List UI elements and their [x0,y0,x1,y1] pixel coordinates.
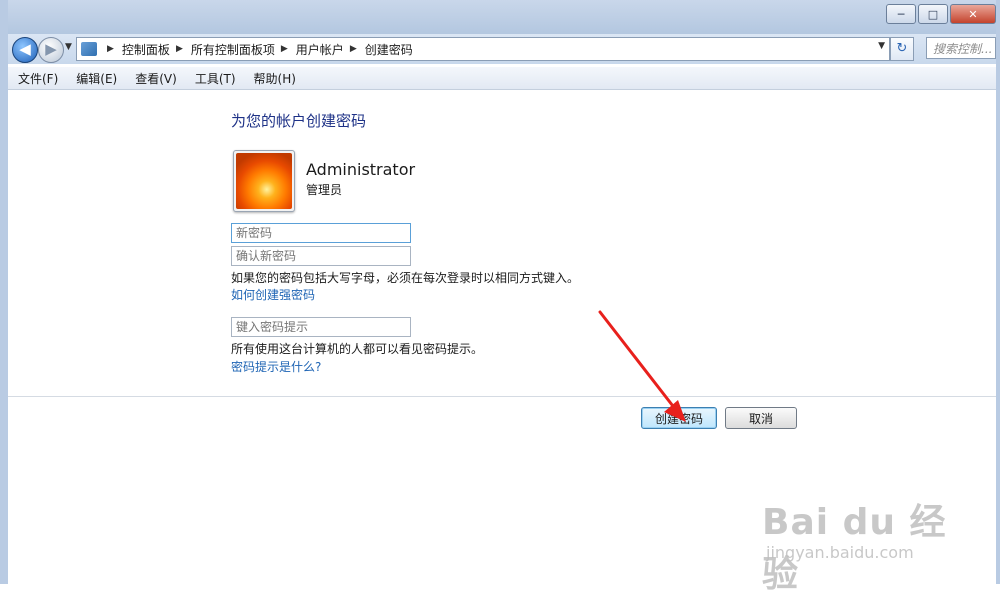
minimize-button[interactable]: ─ [886,4,916,24]
close-button[interactable]: ✕ [950,4,996,24]
breadcrumb-item-user-accounts[interactable]: 用户帐户 ▶ [296,41,365,58]
case-sensitivity-note: 如果您的密码包括大写字母，必须在每次登录时以相同方式键入。 [231,271,580,285]
password-hint-input[interactable] [231,317,411,337]
watermark-url: jingyan.baidu.com [766,543,914,562]
arrow-left-icon: ◀ [19,40,31,58]
flower-picture-icon [236,153,292,209]
user-role: 管理员 [306,183,343,197]
menu-tools[interactable]: 工具(T) [185,70,244,87]
search-input[interactable]: 搜索控制... [926,37,996,59]
recent-pages-dropdown[interactable]: ▼ [65,42,72,52]
chevron-down-icon: ▼ [878,41,885,51]
menu-help[interactable]: 帮助(H) [244,70,304,87]
window-frame-right [996,0,1000,584]
password-hint-help-link[interactable]: 密码提示是什么? [231,358,321,375]
user-name: Administrator [306,160,416,179]
address-bar: ◀ ▶ ▼ ▶ 控制面板 ▶ 所有控制面板项 ▶ 用户帐户 ▶ 创建密码 ▼ ↻ 搜索… [8,34,996,64]
breadcrumb-label: 所有控制面板项 [190,42,275,57]
chevron-right-icon: ▶ [280,44,288,54]
refresh-icon: ↻ [896,41,908,56]
avatar [233,150,295,212]
window-titlebar [0,0,1000,34]
address-dropdown[interactable]: ▼ [878,41,885,51]
forward-button[interactable]: ▶ [38,37,64,63]
maximize-button[interactable]: □ [918,4,948,24]
arrow-right-icon: ▶ [45,40,57,58]
control-panel-icon [81,42,97,56]
menu-bar: 文件(F) 编辑(E) 查看(V) 工具(T) 帮助(H) [8,67,996,90]
breadcrumb-item-control-panel[interactable]: 控制面板 ▶ [122,41,191,58]
hint-visibility-note: 所有使用这台计算机的人都可以看见密码提示。 [231,342,484,356]
confirm-password-input[interactable] [231,246,411,266]
baidu-watermark: Bai du 经验 jingyan.baidu.com [762,493,962,595]
create-password-button[interactable]: 创建密码 [641,407,717,429]
breadcrumb-label: 创建密码 [364,42,413,57]
menu-edit[interactable]: 编辑(E) [66,70,125,87]
breadcrumb[interactable]: ▶ 控制面板 ▶ 所有控制面板项 ▶ 用户帐户 ▶ 创建密码 ▼ [76,37,890,61]
menu-file[interactable]: 文件(F) [8,70,66,87]
cancel-button[interactable]: 取消 [725,407,797,429]
refresh-button[interactable]: ↻ [890,37,914,61]
back-button[interactable]: ◀ [12,37,38,63]
chevron-down-icon: ▼ [65,42,72,52]
breadcrumb-separator-root[interactable]: ▶ [101,44,122,54]
chevron-right-icon: ▶ [349,44,357,54]
divider [8,396,996,397]
strong-password-link[interactable]: 如何创建强密码 [231,286,315,303]
menu-view[interactable]: 查看(V) [125,70,185,87]
chevron-right-icon: ▶ [175,44,183,54]
window-controls: ─ □ ✕ [884,4,996,24]
breadcrumb-item-all-items[interactable]: 所有控制面板项 ▶ [191,41,296,58]
page-title: 为您的帐户创建密码 [231,112,367,130]
new-password-input[interactable] [231,223,411,243]
breadcrumb-label: 控制面板 [121,42,170,57]
breadcrumb-label: 用户帐户 [295,42,344,57]
breadcrumb-item-create-password[interactable]: 创建密码 [365,41,413,58]
window-frame-left [0,0,8,584]
